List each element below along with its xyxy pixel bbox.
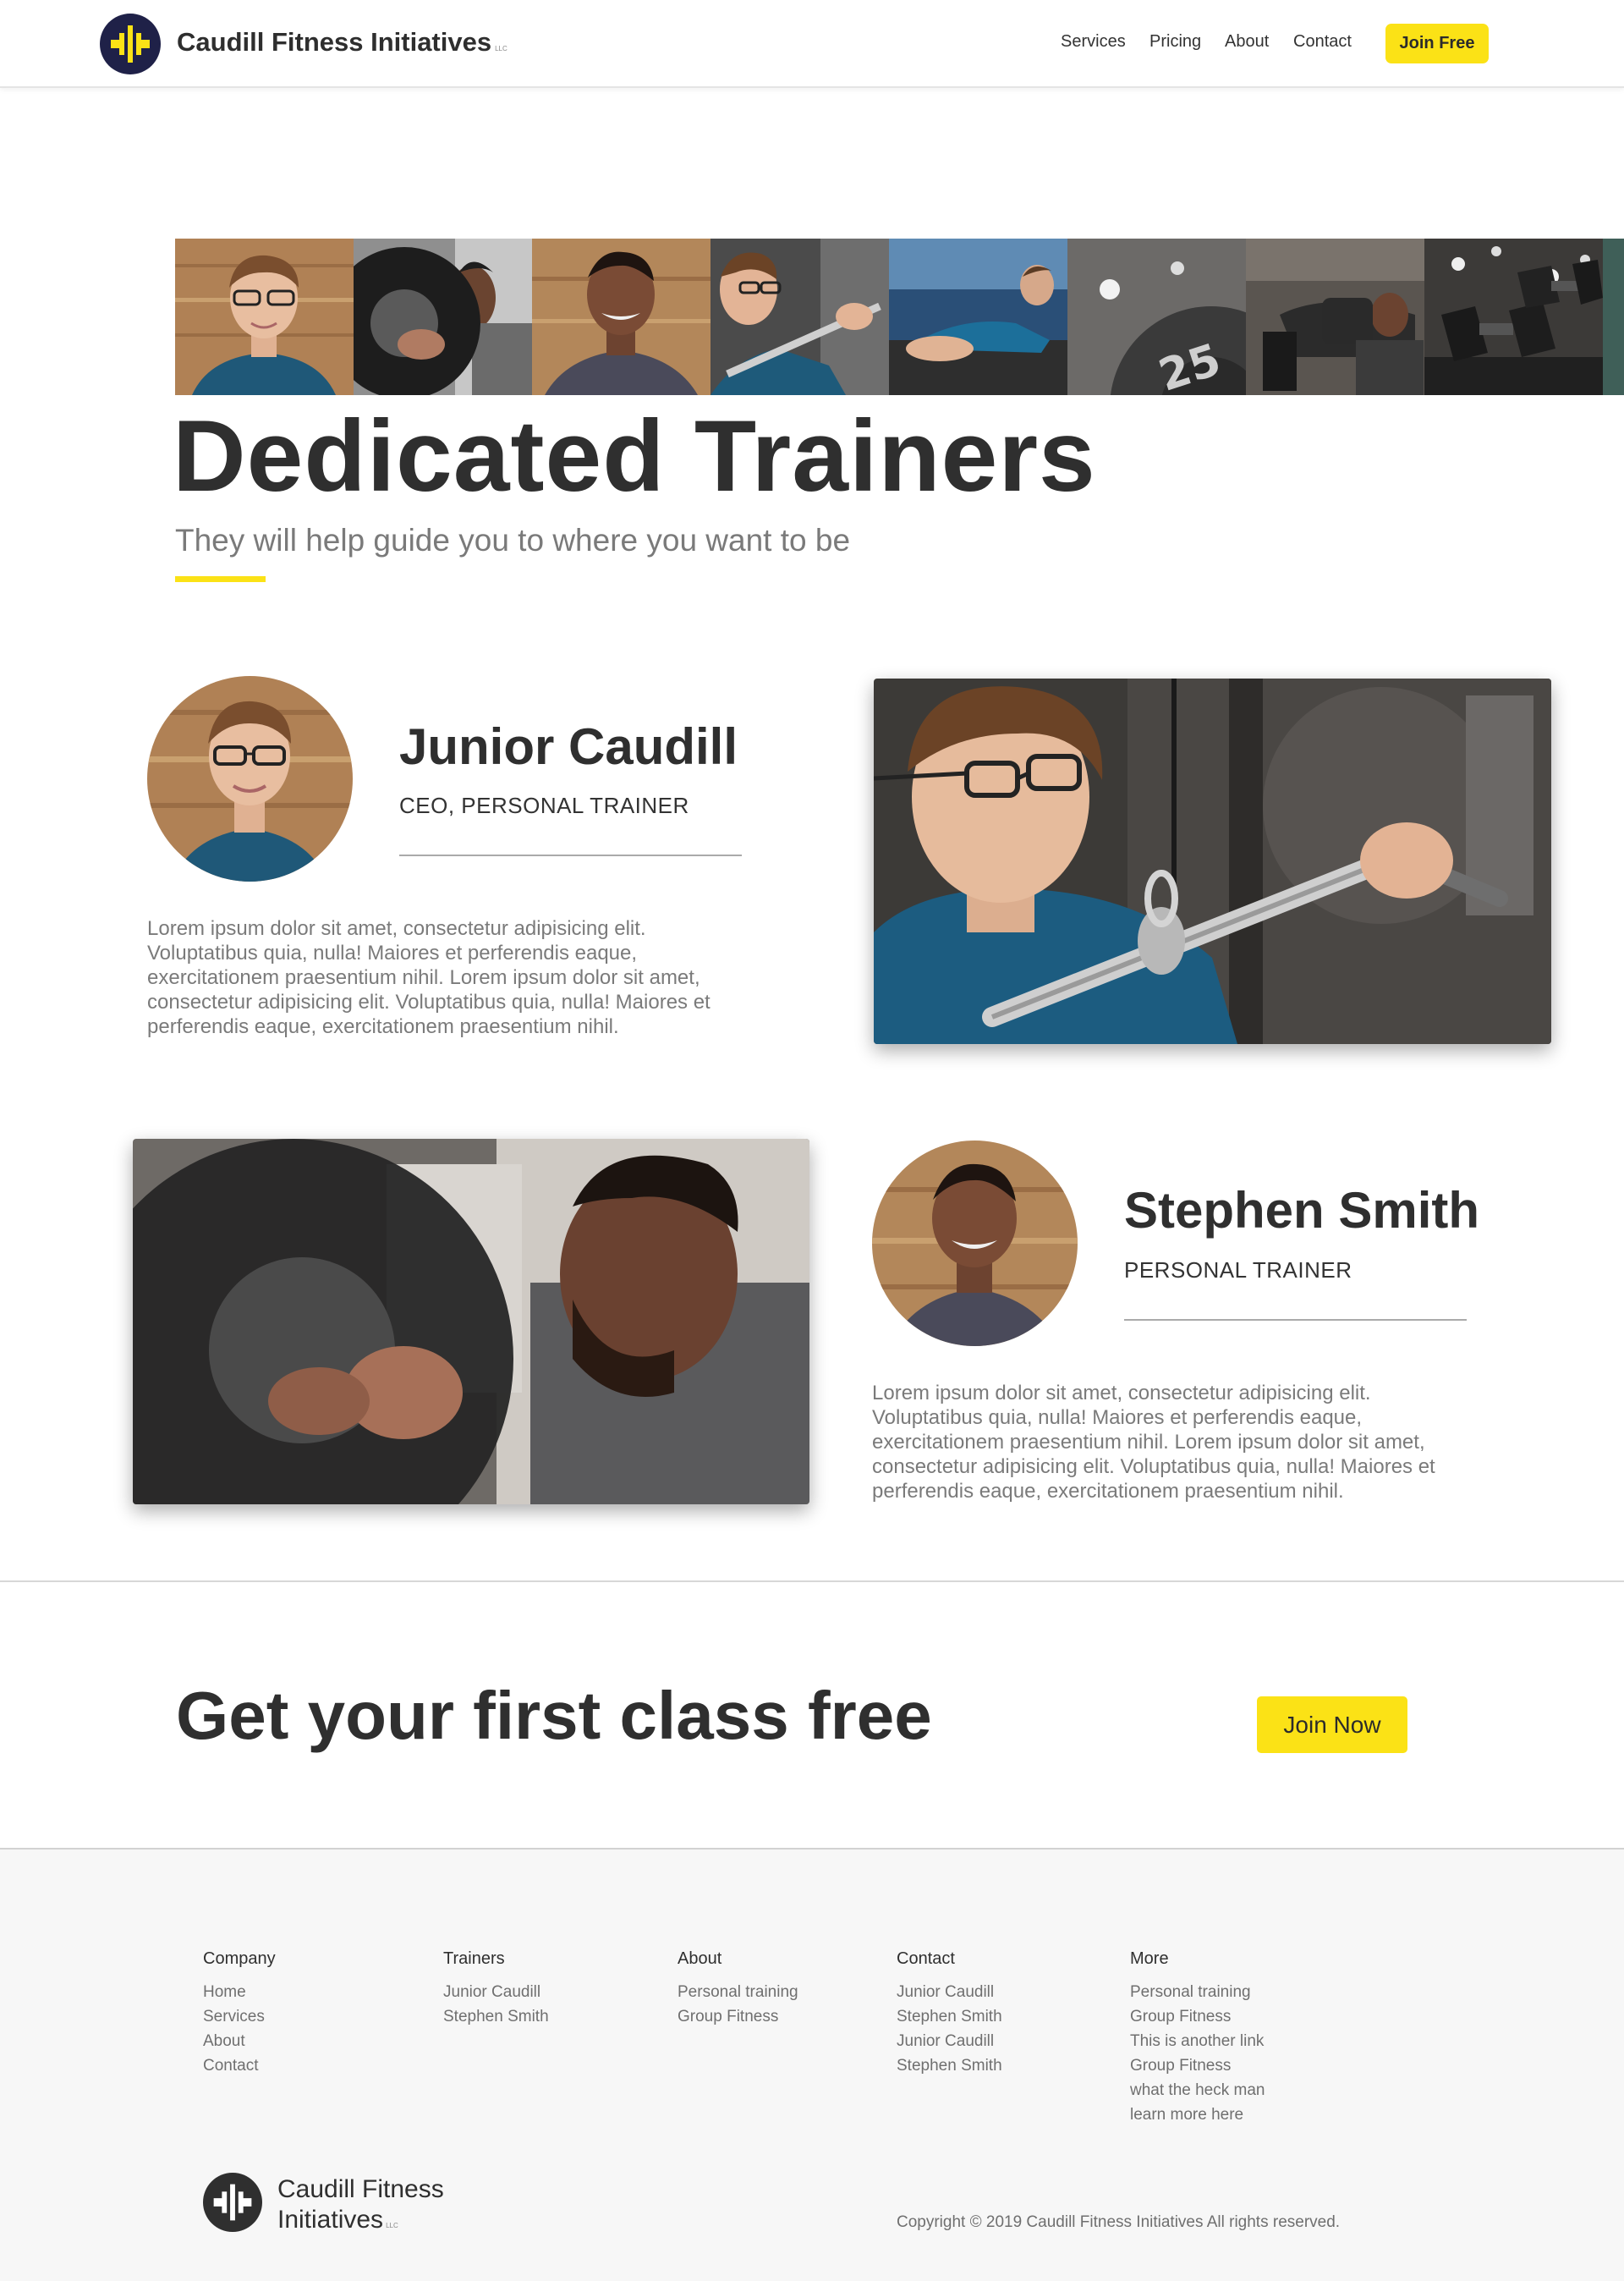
trainer-photo-junior [874,679,1551,1044]
trainer-divider [1124,1319,1467,1321]
brand-text: Caudill Fitness Initiatives [177,27,492,57]
join-free-button[interactable]: Join Free [1385,24,1489,63]
footer-heading: Company [203,1949,276,1968]
join-now-button[interactable]: Join Now [1257,1696,1407,1753]
strip-photo-partial [1603,239,1624,395]
footer-column-contact: Contact Junior Caudill Stephen Smith Jun… [897,1949,1002,2078]
footer-link[interactable]: Stephen Smith [897,2053,1002,2078]
trainer-bio: Lorem ipsum dolor sit amet, consectetur … [872,1382,1435,1503]
strip-photo-portrait-1 [175,239,354,395]
brand-name[interactable]: Caudill Fitness Initiatives LLC [177,27,508,58]
strip-photo-training-1 [354,239,532,395]
footer-link-services[interactable]: Services [203,2004,276,2029]
strip-photo-plate: 25 [1067,239,1246,395]
photo-strip: 25 [175,239,1624,395]
strip-photo-training-2 [710,239,889,395]
strip-photo-portrait-2 [532,239,710,395]
footer-link-junior[interactable]: Junior Caudill [443,1980,549,2004]
trainer-name: Junior Caudill [399,718,738,775]
nav-about[interactable]: About [1225,32,1269,52]
footer-link-contact[interactable]: Contact [203,2053,276,2078]
trainer-name: Stephen Smith [1124,1182,1480,1239]
footer-link[interactable]: This is another link [1130,2029,1265,2053]
nav-pricing[interactable]: Pricing [1149,32,1201,52]
copyright-text: Copyright © 2019 Caudill Fitness Initiat… [897,2213,1341,2231]
nav-contact[interactable]: Contact [1293,32,1352,52]
footer-column-about: About Personal training Group Fitness [678,1949,798,2029]
logo-icon[interactable] [100,14,161,74]
footer-column-company: Company Home Services About Contact [203,1949,276,2078]
footer-brand-line2: Initiatives [277,2206,384,2234]
footer-heading: More [1130,1949,1169,1968]
footer-link[interactable]: Stephen Smith [897,2004,1002,2029]
trainer-role: PERSONAL TRAINER [1124,1257,1352,1283]
trainer-role: CEO, PERSONAL TRAINER [399,793,689,818]
brand-suffix: LLC [495,45,508,52]
footer-brand-line1: Caudill Fitness [277,2175,444,2203]
footer-link[interactable]: learn more here [1130,2102,1265,2127]
footer-link[interactable]: Group Fitness [1130,2004,1265,2029]
footer-link[interactable]: Junior Caudill [897,2029,1002,2053]
footer-link[interactable]: Personal training [1130,1980,1265,2004]
footer-link-stephen[interactable]: Stephen Smith [443,2004,549,2029]
footer-brand-suffix: LLC [386,2222,398,2229]
footer-heading: Trainers [443,1949,505,1968]
trainer-photo-stephen [133,1139,809,1504]
strip-photo-pushup [889,239,1067,395]
site-footer: Company Home Services About Contact Trai… [0,1848,1624,2281]
footer-logo-icon[interactable] [203,2173,262,2232]
site-header: Caudill Fitness Initiatives LLC Services … [0,0,1624,88]
section-divider [0,1580,1624,1582]
footer-link[interactable]: what the heck man [1130,2078,1265,2102]
footer-link-about[interactable]: About [203,2029,276,2053]
strip-photo-dumbbells [1424,239,1603,395]
footer-link[interactable]: Group Fitness [1130,2053,1265,2078]
footer-link[interactable]: Junior Caudill [897,1980,1002,2004]
footer-column-trainers: Trainers Junior Caudill Stephen Smith [443,1949,549,2029]
footer-heading: Contact [897,1949,955,1968]
footer-heading: About [678,1949,722,1968]
footer-link-home[interactable]: Home [203,1980,276,2004]
trainer-avatar-junior [147,676,353,882]
footer-brand: Caudill Fitness Initiatives LLC [277,2174,444,2241]
trainer-bio: Lorem ipsum dolor sit amet, consectetur … [147,917,710,1038]
footer-link-personal-training[interactable]: Personal training [678,1980,798,2004]
page-subtitle: They will help guide you to where you wa… [175,523,851,558]
strip-photo-dumbbell-row [1246,239,1424,395]
trainer-divider [399,855,742,856]
cta-title: Get your first class free [176,1678,932,1753]
page-title: Dedicated Trainers [173,399,1096,513]
nav-services[interactable]: Services [1061,32,1126,52]
footer-column-more: More Personal training Group Fitness Thi… [1130,1949,1265,2127]
footer-link-group-fitness[interactable]: Group Fitness [678,2004,798,2029]
trainer-avatar-stephen [872,1140,1078,1346]
accent-underline [175,576,266,582]
